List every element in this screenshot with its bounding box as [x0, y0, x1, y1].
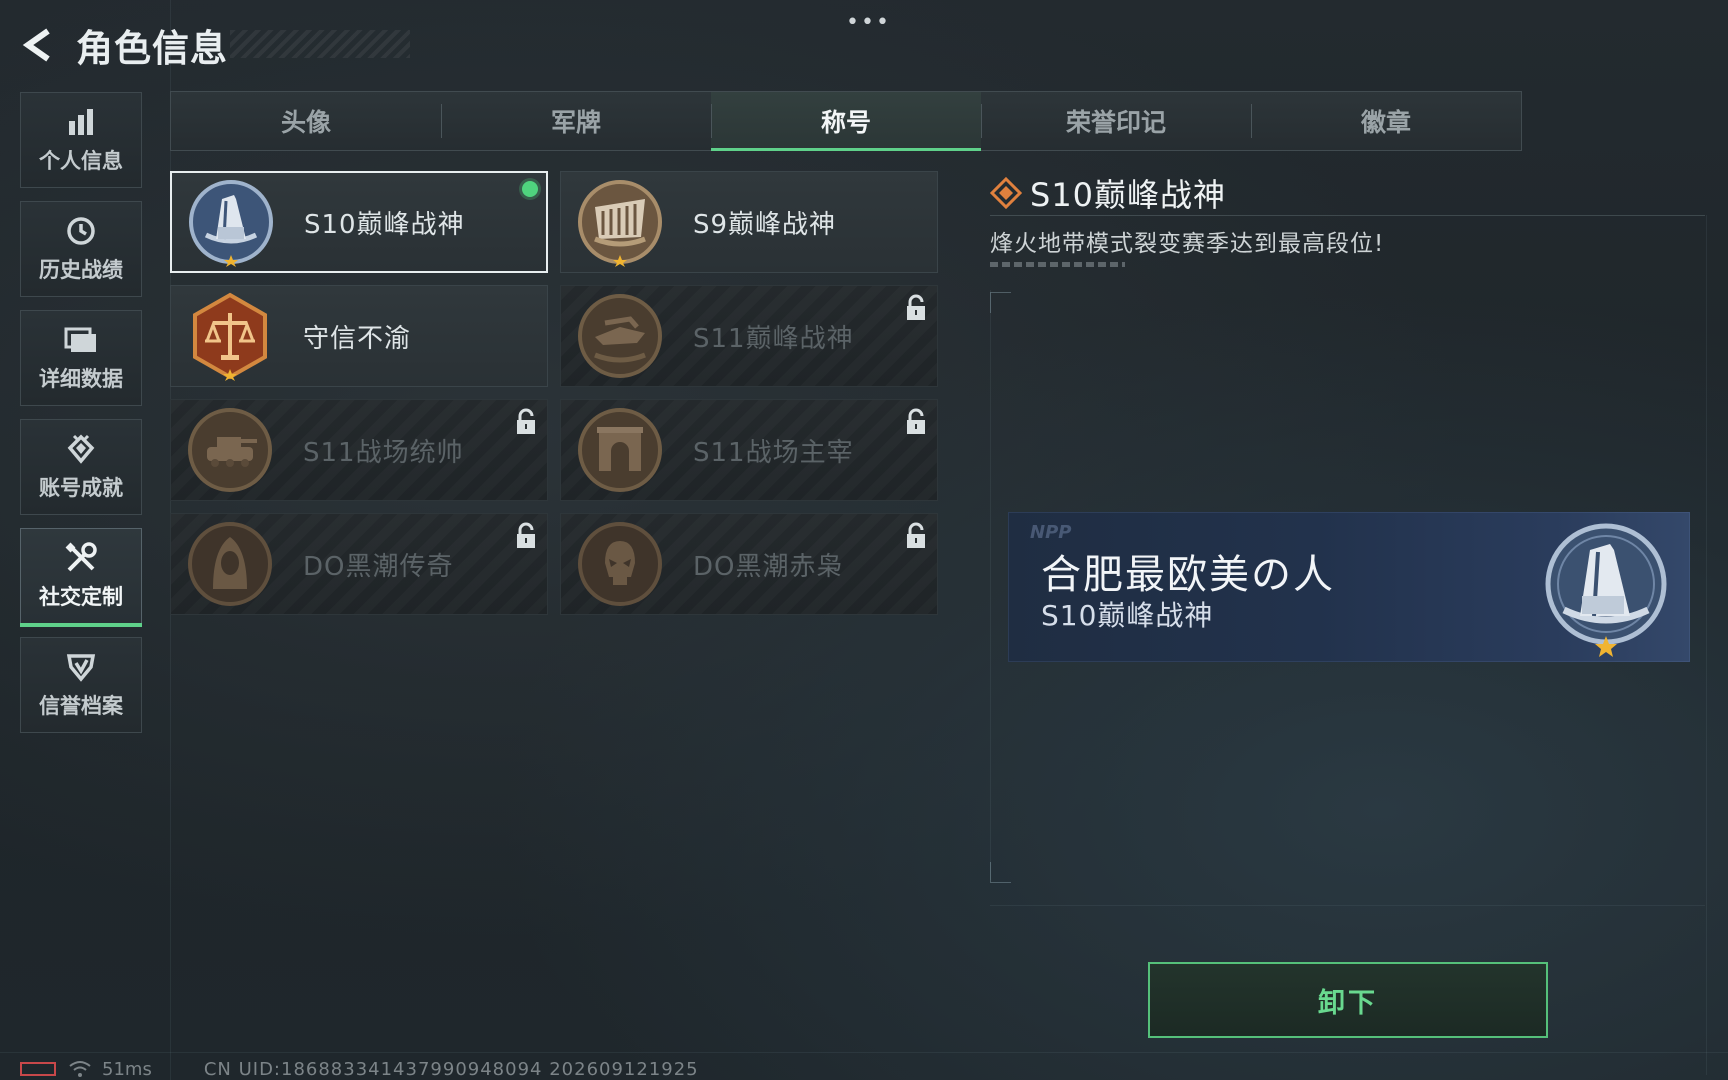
sidebar-item-label: 历史战绩: [39, 258, 123, 282]
bronze-skull-emblem-icon: [573, 517, 667, 611]
sidebar: 个人信息 历史战绩 详细数据 账号成就 社交定制 信誉档案: [20, 92, 144, 746]
sidebar-item-label: 详细数据: [39, 367, 123, 391]
title-card[interactable]: S11战场统帅: [170, 399, 548, 501]
divider: [990, 215, 1705, 216]
uid-text: CN UID:186883341437990948094 20260912192…: [203, 1058, 699, 1080]
title-card[interactable]: S9巅峰战神: [560, 171, 938, 273]
lock-icon: [907, 294, 925, 320]
title-name: S10巅峰战神: [304, 209, 465, 240]
ping-value: 51ms: [102, 1058, 152, 1080]
bg-grid-line: [1706, 215, 1707, 1075]
sidebar-item-social[interactable]: 社交定制: [20, 528, 142, 627]
blue-tower-emblem-icon: [1545, 523, 1667, 657]
sidebar-item-history[interactable]: 历史战绩: [20, 201, 142, 297]
unequip-button[interactable]: 卸下: [1148, 962, 1548, 1038]
status-bar: 51ms CN UID:186883341437990948094 202609…: [20, 1058, 699, 1080]
tab-avatar[interactable]: 头像: [171, 92, 441, 150]
frame-corner: [990, 862, 1011, 883]
tab-bar: 头像 军牌 称号 荣誉印记 徽章: [170, 91, 1522, 151]
diamond-icon: [990, 177, 1022, 209]
player-name: 合肥最欧美の人: [1041, 552, 1335, 598]
frame-corner: [990, 292, 1011, 313]
scales-emblem-icon: [183, 289, 277, 383]
sidebar-item-label: 社交定制: [39, 585, 123, 609]
tab-dog-tag[interactable]: 军牌: [441, 92, 711, 150]
sidebar-item-achievements[interactable]: 账号成就: [20, 419, 142, 515]
sidebar-item-label: 账号成就: [39, 476, 123, 500]
bg-grid-line: [0, 1052, 1728, 1053]
title-name: S11战场主宰: [693, 437, 854, 468]
battery-icon: [20, 1062, 56, 1076]
sidebar-item-label: 信誉档案: [39, 694, 123, 718]
detail-title: S10巅峰战神: [1030, 176, 1227, 214]
title-decoration: [230, 30, 410, 58]
wifi-icon: [69, 1061, 91, 1077]
title-name: 守信不渝: [303, 323, 412, 354]
page-header: 角色信息: [18, 20, 228, 70]
brand-mark: NPP: [1030, 522, 1072, 543]
bronze-hooded-emblem-icon: [183, 517, 277, 611]
bronze-arch-emblem-icon: [573, 403, 667, 497]
detail-description: 烽火地带模式裂变赛季达到最高段位!: [990, 231, 1385, 257]
lock-icon: [907, 522, 925, 548]
bronze-aircraft-emblem-icon: [573, 289, 667, 383]
back-arrow-icon[interactable]: [18, 25, 58, 65]
tab-honor-mark[interactable]: 荣誉印记: [981, 92, 1251, 150]
lock-icon: [517, 408, 535, 434]
title-name: DO黑潮传奇: [303, 551, 454, 582]
more-options-icon[interactable]: •••: [846, 10, 891, 35]
title-name: S9巅峰战神: [693, 209, 837, 240]
sidebar-item-label: 个人信息: [39, 149, 123, 173]
title-card[interactable]: 守信不渝: [170, 285, 548, 387]
page-title: 角色信息: [76, 27, 228, 70]
bronze-tank-emblem-icon: [183, 403, 277, 497]
preview-title: S10巅峰战神: [1041, 599, 1214, 632]
title-name: S11巅峰战神: [693, 323, 854, 354]
tab-badge[interactable]: 徽章: [1251, 92, 1521, 150]
title-name: S11战场统帅: [303, 437, 464, 468]
lock-icon: [517, 522, 535, 548]
decoration-dots: [990, 262, 1125, 267]
shield-check-icon: [64, 650, 98, 684]
title-card[interactable]: S10巅峰战神: [170, 171, 548, 273]
detail-header: S10巅峰战神: [990, 170, 1226, 216]
title-card[interactable]: DO黑潮传奇: [170, 513, 548, 615]
title-preview-banner: NPP 合肥最欧美の人 S10巅峰战神: [1008, 512, 1690, 662]
bg-grid-line: [990, 905, 1705, 906]
tab-title[interactable]: 称号: [711, 92, 981, 151]
tools-icon: [64, 541, 98, 575]
blue-tower-emblem-icon: [184, 175, 278, 269]
title-list: S10巅峰战神 S9巅峰战神 守信不渝 S11巅峰战神 S11战场统帅 S11战…: [170, 171, 940, 615]
sidebar-item-reputation[interactable]: 信誉档案: [20, 637, 142, 733]
title-card[interactable]: S11战场主宰: [560, 399, 938, 501]
title-card[interactable]: S11巅峰战神: [560, 285, 938, 387]
bg-grid-line: [990, 290, 991, 880]
lock-icon: [907, 408, 925, 434]
clock-icon: [64, 214, 98, 248]
title-name: DO黑潮赤枭: [693, 551, 844, 582]
bar-chart-icon: [64, 105, 98, 139]
bronze-dam-emblem-icon: [573, 175, 667, 269]
sidebar-item-details[interactable]: 详细数据: [20, 310, 142, 406]
achievement-icon: [64, 432, 98, 466]
folder-icon: [64, 323, 98, 357]
equipped-indicator: [522, 181, 538, 197]
sidebar-item-personal-info[interactable]: 个人信息: [20, 92, 142, 188]
title-card[interactable]: DO黑潮赤枭: [560, 513, 938, 615]
